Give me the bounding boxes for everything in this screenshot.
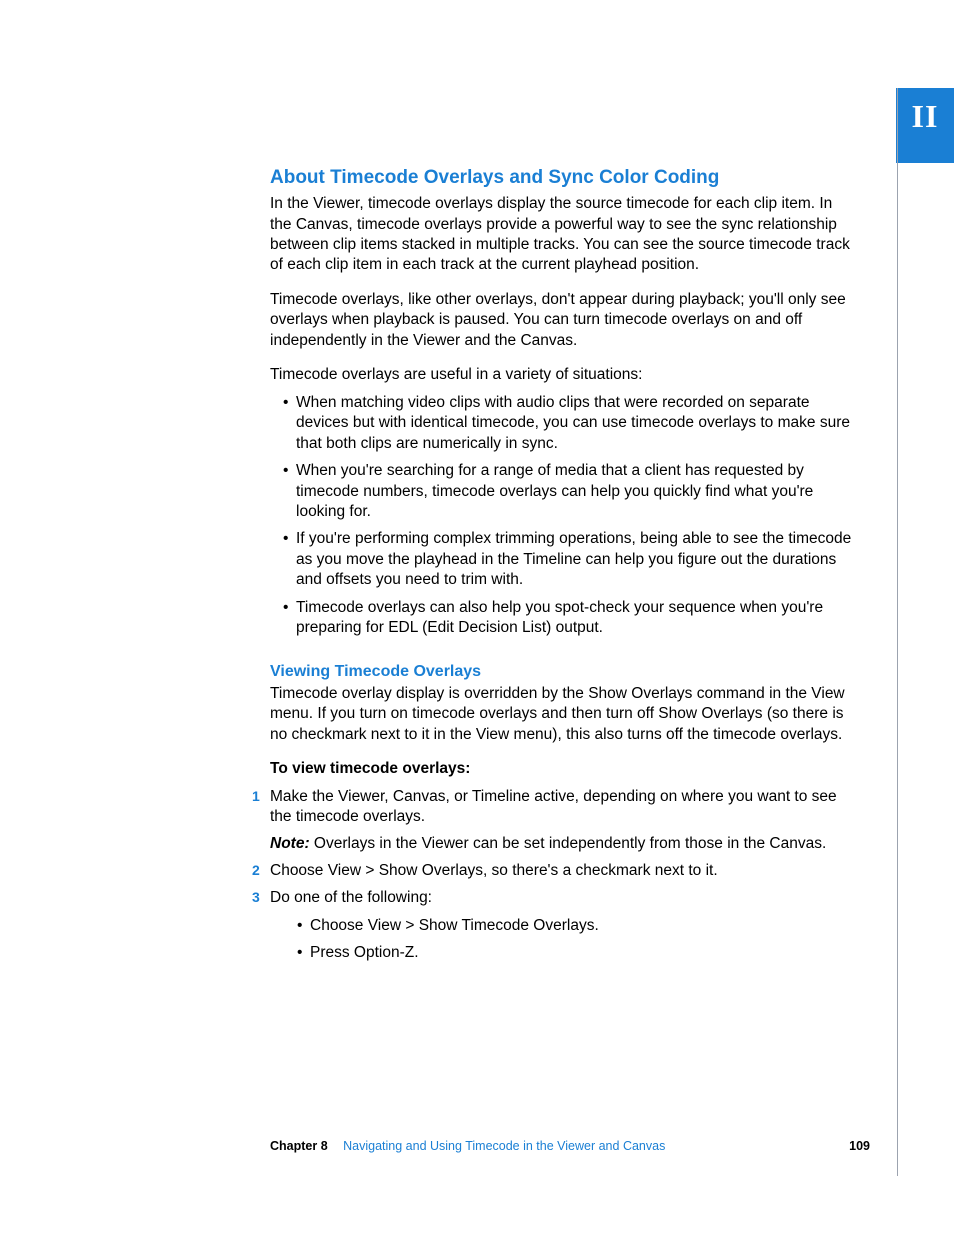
list-item: Press Option-Z. <box>270 943 852 963</box>
list-item: Choose View > Show Timecode Overlays. <box>270 916 852 936</box>
body-paragraph: Timecode overlays, like other overlays, … <box>270 290 852 351</box>
chapter-title: Navigating and Using Timecode in the Vie… <box>343 1139 665 1153</box>
sub-bullet-list: Choose View > Show Timecode Overlays. Pr… <box>270 916 852 964</box>
page-content: About Timecode Overlays and Sync Color C… <box>270 165 852 964</box>
chapter-label: Chapter 8 <box>270 1139 328 1153</box>
step-item: 3 Do one of the following: Choose View >… <box>270 888 852 963</box>
list-item: When you're searching for a range of med… <box>270 461 852 522</box>
section-heading: About Timecode Overlays and Sync Color C… <box>270 165 852 190</box>
page-right-rule <box>897 88 898 1176</box>
step-number: 2 <box>252 861 260 879</box>
page-number: 109 <box>849 1138 870 1155</box>
list-item: If you're performing complex trimming op… <box>270 529 852 590</box>
part-tab: II <box>896 88 954 163</box>
step-number: 3 <box>252 888 260 906</box>
subsection-heading: Viewing Timecode Overlays <box>270 661 852 682</box>
step-item: 2 Choose View > Show Overlays, so there'… <box>270 861 852 881</box>
body-paragraph: Timecode overlay display is overridden b… <box>270 684 852 745</box>
list-item: When matching video clips with audio cli… <box>270 393 852 454</box>
step-note: Note: Overlays in the Viewer can be set … <box>270 834 852 854</box>
list-item: Timecode overlays can also help you spot… <box>270 598 852 639</box>
procedure-steps: 1 Make the Viewer, Canvas, or Timeline a… <box>270 787 852 964</box>
note-label: Note: <box>270 835 310 852</box>
step-number: 1 <box>252 787 260 805</box>
page-footer: Chapter 8 Navigating and Using Timecode … <box>270 1138 870 1155</box>
step-text: Choose View > Show Overlays, so there's … <box>270 862 718 879</box>
step-text: Make the Viewer, Canvas, or Timeline act… <box>270 788 837 825</box>
bullet-list: When matching video clips with audio cli… <box>270 393 852 639</box>
step-item: 1 Make the Viewer, Canvas, or Timeline a… <box>270 787 852 854</box>
body-paragraph: In the Viewer, timecode overlays display… <box>270 194 852 276</box>
procedure-label: To view timecode overlays: <box>270 759 852 779</box>
step-text: Do one of the following: <box>270 889 432 906</box>
note-text: Overlays in the Viewer can be set indepe… <box>310 835 827 852</box>
body-paragraph: Timecode overlays are useful in a variet… <box>270 365 852 385</box>
